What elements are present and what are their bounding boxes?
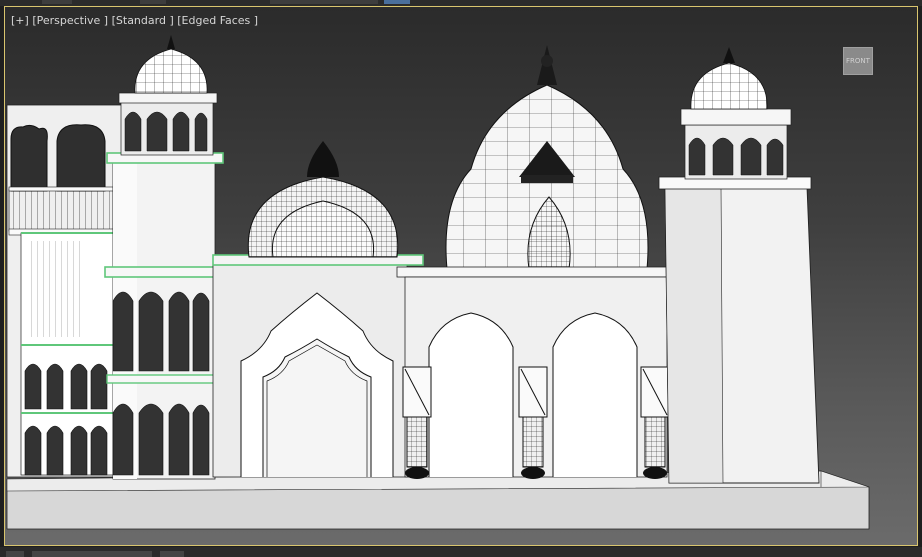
arcade[interactable] [396,266,700,479]
bottom-tab[interactable] [6,551,24,557]
right-minaret[interactable] [658,47,820,484]
app-window: [+] [Perspective ] [Standard ] [Edged Fa… [0,0,922,557]
bottom-bar [0,547,922,557]
toolbar-tab[interactable] [140,0,166,4]
perspective-viewport[interactable]: [+] [Perspective ] [Standard ] [Edged Fa… [4,6,918,546]
viewcube-icon[interactable]: FRONT [843,47,873,75]
scene-render[interactable] [5,7,918,546]
center-hall[interactable] [212,254,424,478]
shading-preset-menu[interactable]: [Standard ] [112,14,174,27]
viewport-menu-button[interactable]: [+] [11,14,29,27]
toolbar-tab[interactable] [270,0,378,4]
toolbar-tab-active[interactable] [384,0,410,4]
column[interactable] [402,366,432,479]
toolbar-tab[interactable] [42,0,72,4]
left-minaret[interactable] [104,35,226,480]
left-wing[interactable] [6,104,124,478]
view-type-menu[interactable]: [Perspective ] [32,14,108,27]
onion-dome-left[interactable] [247,141,399,258]
bottom-tab[interactable] [160,551,184,557]
bottom-tab[interactable] [32,551,152,557]
display-mode-menu[interactable]: [Edged Faces ] [177,14,258,27]
viewcube-face-label: FRONT [846,57,870,65]
viewport-label: [+] [Perspective ] [Standard ] [Edged Fa… [11,14,258,27]
column[interactable] [518,366,548,479]
central-dome[interactable] [445,45,649,270]
column[interactable] [640,366,670,479]
